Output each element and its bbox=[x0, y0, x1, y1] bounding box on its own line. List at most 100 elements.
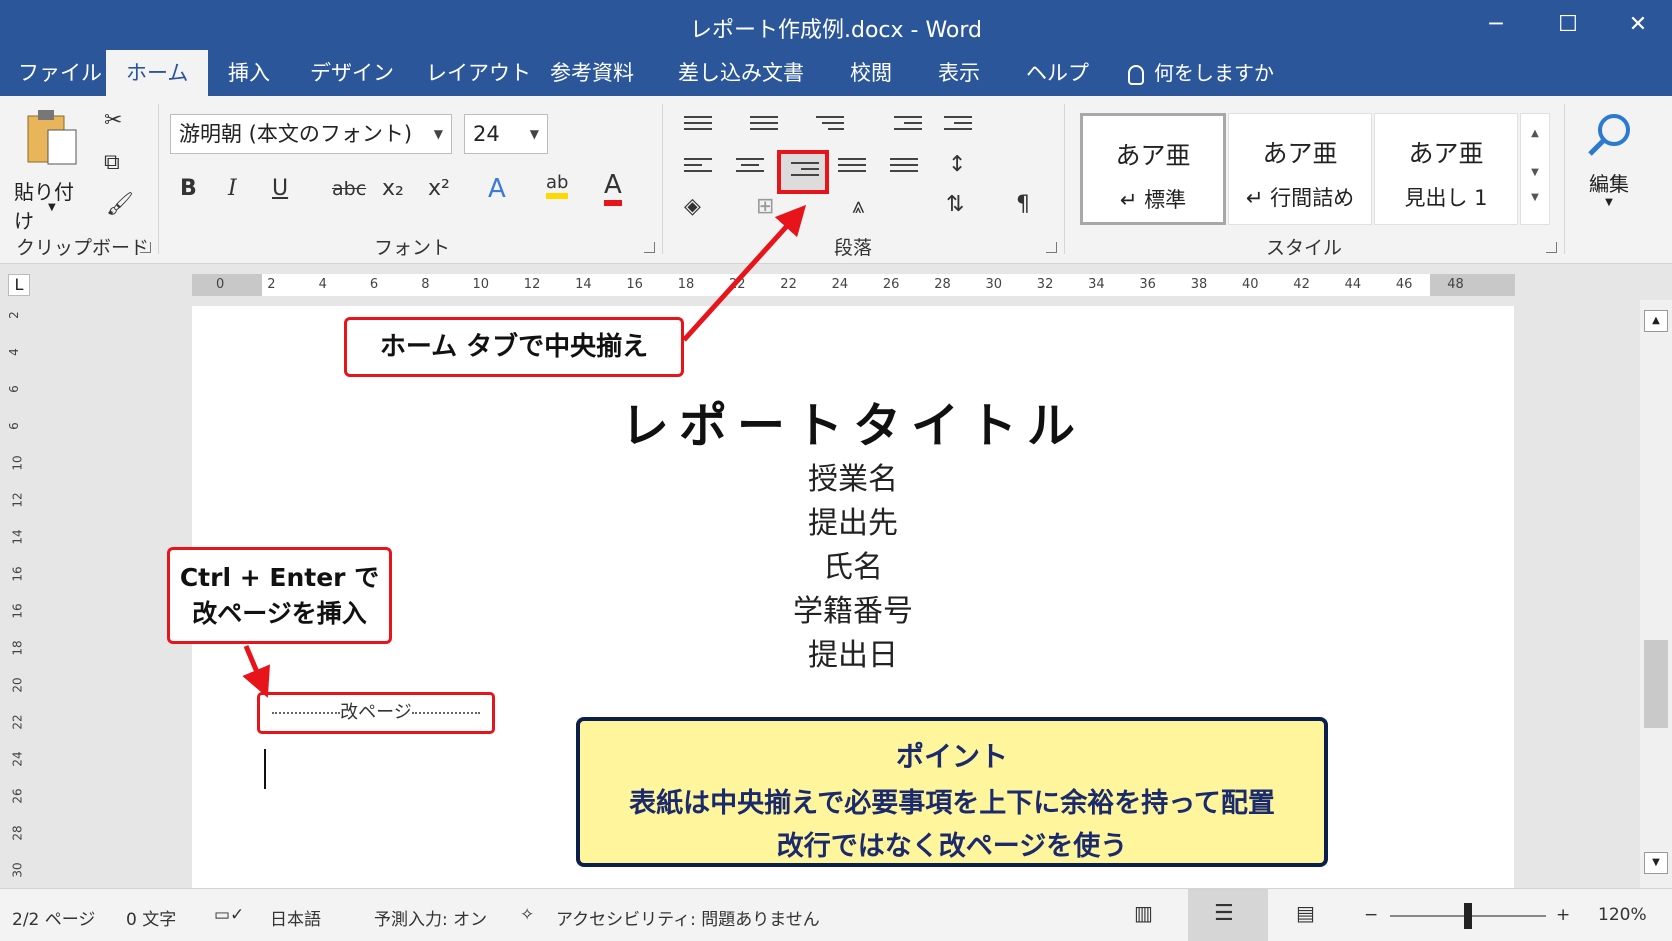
styles-scroll[interactable]: ▲ ▼ ▼ bbox=[1520, 113, 1550, 225]
ruler-corner[interactable]: L bbox=[8, 274, 30, 296]
chevron-down-icon: ▼ bbox=[433, 127, 443, 141]
superscript-button[interactable]: x² bbox=[428, 176, 450, 201]
tab-layout[interactable]: レイアウト bbox=[424, 50, 533, 96]
ruler-tick-label: 4 bbox=[6, 348, 21, 356]
tab-home[interactable]: ホーム bbox=[106, 50, 209, 96]
predictive-input[interactable]: 予測入力: オン bbox=[374, 905, 487, 930]
tab-help[interactable]: ヘルプ bbox=[1024, 50, 1091, 96]
style-preview: あア亜 bbox=[1262, 139, 1338, 168]
borders-icon[interactable]: ⊞ bbox=[756, 194, 774, 219]
zoom-level[interactable]: 120% bbox=[1598, 905, 1647, 925]
editing-button[interactable]: 編集 ▼ bbox=[1576, 110, 1642, 220]
horizontal-ruler[interactable] bbox=[192, 274, 1515, 296]
search-icon bbox=[1588, 114, 1630, 156]
ruler-tick-label: 16 bbox=[626, 277, 643, 292]
close-button[interactable]: ✕ bbox=[1618, 8, 1658, 42]
font-size-value: 24 bbox=[473, 122, 500, 146]
paste-button[interactable]: 貼り付け ▼ bbox=[10, 104, 90, 233]
page-count[interactable]: 2/2 ページ bbox=[12, 905, 95, 930]
pilcrow-button[interactable]: ¶ bbox=[1016, 192, 1030, 217]
paragraph-group-label: 段落 bbox=[834, 237, 873, 259]
page-break-marker[interactable]: 改ページ bbox=[257, 692, 495, 734]
font-color-button[interactable]: A bbox=[604, 170, 622, 206]
tell-me-label: 何をしますか bbox=[1154, 61, 1274, 85]
dialog-launcher-icon[interactable] bbox=[644, 242, 655, 253]
tab-references[interactable]: 参考資料 bbox=[548, 50, 636, 96]
justify-icon[interactable] bbox=[838, 158, 866, 178]
ruler-tick-label: 14 bbox=[10, 529, 25, 545]
scroll-down-icon[interactable]: ▼ bbox=[1644, 852, 1668, 874]
line-spacing-icon[interactable]: ↕ bbox=[948, 152, 966, 177]
zoom-out-button[interactable]: − bbox=[1364, 905, 1378, 925]
minimize-button[interactable]: ─ bbox=[1476, 8, 1516, 42]
report-title[interactable]: レポートタイトル bbox=[192, 386, 1514, 456]
italic-button[interactable]: I bbox=[228, 176, 237, 201]
bullets-icon[interactable] bbox=[684, 116, 712, 136]
font-name-select[interactable]: 游明朝 (本文のフォント) ▼ bbox=[170, 114, 452, 154]
highlight-button[interactable]: ab bbox=[546, 172, 569, 199]
ruler-tick-label: 30 bbox=[10, 862, 25, 878]
align-left-icon[interactable] bbox=[684, 158, 712, 178]
style-normal[interactable]: あア亜 ↵ 標準 bbox=[1080, 113, 1226, 225]
zoom-in-button[interactable]: + bbox=[1556, 905, 1570, 925]
ruler-tick-label: 46 bbox=[1395, 277, 1413, 292]
doc-line-course[interactable]: 授業名 bbox=[192, 454, 1514, 498]
multilevel-list-icon[interactable] bbox=[816, 116, 844, 136]
ruler-tick-label: 18 bbox=[677, 277, 695, 292]
ruler-tick-label: 8 bbox=[421, 277, 430, 292]
style-no-spacing[interactable]: あア亜 ↵ 行間詰め bbox=[1228, 113, 1372, 225]
strikethrough-button[interactable]: abc bbox=[332, 178, 366, 200]
tab-design[interactable]: デザイン bbox=[308, 50, 396, 96]
ruler-tick-label: 38 bbox=[1190, 277, 1208, 292]
copy-icon[interactable]: ⧉ bbox=[104, 150, 120, 175]
tab-mailings[interactable]: 差し込み文書 bbox=[676, 50, 806, 96]
text-effects-button[interactable]: A bbox=[488, 174, 506, 204]
doc-line-submit-to[interactable]: 提出先 bbox=[192, 498, 1514, 542]
tell-me-search[interactable]: 何をしますか bbox=[1128, 50, 1274, 96]
underline-button[interactable]: U bbox=[272, 176, 288, 201]
print-layout-button[interactable]: ☰ bbox=[1188, 889, 1268, 941]
tab-view[interactable]: 表示 bbox=[936, 50, 982, 96]
ruler-tick-label: 16 bbox=[10, 566, 25, 582]
style-heading-1[interactable]: あア亜 見出し 1 bbox=[1374, 113, 1518, 225]
dialog-launcher-icon[interactable] bbox=[1546, 242, 1557, 253]
sort-icon[interactable]: ⇅ bbox=[946, 192, 964, 217]
distributed-icon[interactable] bbox=[890, 158, 918, 178]
numbering-icon[interactable] bbox=[750, 116, 778, 136]
dialog-launcher-icon[interactable] bbox=[140, 242, 151, 253]
subscript-button[interactable]: x₂ bbox=[382, 176, 404, 201]
read-mode-icon[interactable]: ▥ bbox=[1134, 901, 1153, 925]
tab-review[interactable]: 校閲 bbox=[848, 50, 894, 96]
dialog-launcher-icon[interactable] bbox=[1046, 242, 1057, 253]
web-layout-icon[interactable]: ▤ bbox=[1296, 901, 1315, 925]
increase-indent-icon[interactable] bbox=[944, 116, 972, 136]
maximize-button[interactable]: ☐ bbox=[1548, 8, 1588, 42]
scissors-icon[interactable]: ✂ bbox=[104, 108, 122, 133]
proofing-icon[interactable]: ▭✓ bbox=[214, 905, 244, 925]
shading-icon[interactable]: ◈ bbox=[684, 194, 701, 219]
ribbon-home: 貼り付け ▼ ✂ ⧉ 🖌 クリップボード 游明朝 (本文のフォント) ▼ 24 … bbox=[0, 96, 1672, 264]
word-count[interactable]: 0 文字 bbox=[126, 905, 176, 930]
scroll-up-icon[interactable]: ▲ bbox=[1644, 310, 1668, 332]
accessibility-icon[interactable]: ✧ bbox=[520, 905, 534, 925]
point-note: ポイント 表紙は中央揃えで必要事項を上下に余裕を持って配置 改行ではなく改ページ… bbox=[576, 717, 1328, 867]
zoom-slider-thumb[interactable] bbox=[1464, 903, 1472, 929]
chevron-up-icon: ▲ bbox=[1531, 128, 1539, 139]
style-name: ↵ 行間詰め bbox=[1245, 186, 1355, 210]
align-center-icon[interactable] bbox=[736, 158, 764, 178]
vertical-scrollbar[interactable]: ▲ ▼ bbox=[1640, 300, 1672, 888]
tab-insert[interactable]: 挿入 bbox=[226, 50, 272, 96]
font-size-select[interactable]: 24 ▼ bbox=[464, 114, 548, 154]
tab-file[interactable]: ファイル bbox=[16, 50, 104, 96]
asian-layout-icon[interactable]: ⩓ bbox=[852, 194, 864, 219]
ruler-tick-label: 34 bbox=[1088, 277, 1105, 292]
styles-group-label: スタイル bbox=[1266, 237, 1343, 259]
scrollbar-thumb[interactable] bbox=[1644, 640, 1668, 728]
ruler-tick-label: 32 bbox=[1036, 277, 1054, 292]
decrease-indent-icon[interactable] bbox=[894, 116, 922, 136]
align-right-button[interactable] bbox=[777, 150, 829, 194]
bold-button[interactable]: B bbox=[180, 176, 197, 201]
accessibility-status[interactable]: アクセシビリティ: 問題ありません bbox=[556, 905, 820, 930]
language[interactable]: 日本語 bbox=[270, 905, 321, 930]
format-painter-icon[interactable]: 🖌 bbox=[106, 192, 134, 217]
